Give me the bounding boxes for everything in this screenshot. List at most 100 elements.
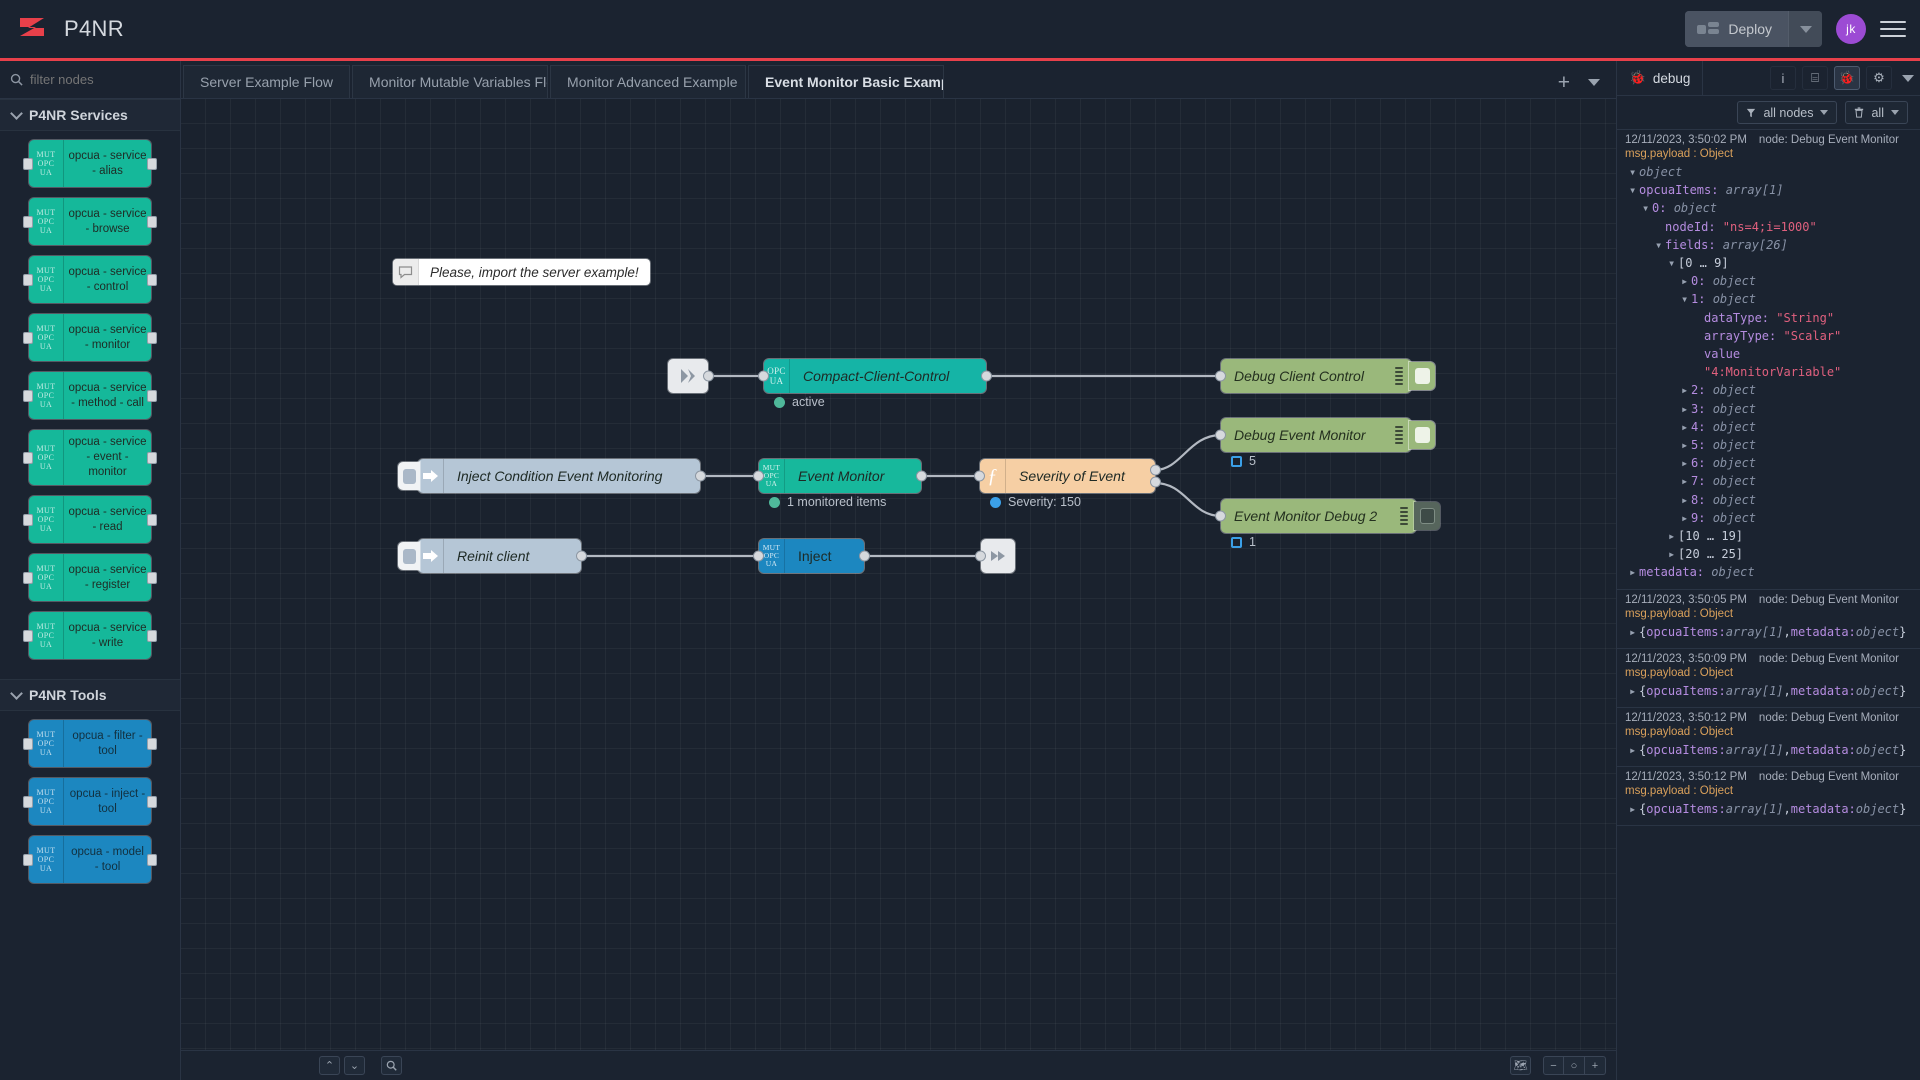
debug-tree-row[interactable]: arrayType: "Scalar" — [1625, 327, 1912, 345]
palette-node[interactable]: MUTOPCUAopcua - service - alias — [29, 140, 151, 187]
debug-message[interactable]: 12/11/2023, 3:50:12 PMnode: Debug Event … — [1617, 708, 1920, 767]
node-output-port[interactable] — [147, 514, 157, 526]
node-input-port[interactable] — [1215, 511, 1226, 522]
canvas-node-event-monitor-debug-2[interactable]: Event Monitor Debug 21 — [1221, 499, 1416, 533]
debug-tree-row[interactable]: { opcuaItems: array[1], metadata: object… — [1625, 800, 1912, 818]
tree-toggle-closed-icon[interactable] — [1681, 472, 1691, 490]
node-input-port[interactable] — [758, 371, 769, 382]
node-input-port[interactable] — [23, 332, 33, 344]
node-input-port[interactable] — [1215, 430, 1226, 441]
tree-toggle-open-icon[interactable] — [1642, 199, 1652, 217]
zoom-out-button[interactable]: − — [1543, 1056, 1564, 1075]
debug-tree-row[interactable]: 6: object — [1625, 454, 1912, 472]
tree-toggle-closed-icon[interactable] — [1668, 527, 1678, 545]
debug-toggle-button[interactable] — [1409, 421, 1435, 449]
tree-toggle-closed-icon[interactable] — [1681, 400, 1691, 418]
canvas-node-inject[interactable]: MUTOPCUAInject — [759, 539, 864, 573]
node-output-port[interactable] — [695, 471, 706, 482]
tree-toggle-open-icon[interactable] — [1655, 236, 1665, 254]
node-input-port[interactable] — [23, 216, 33, 228]
node-output-port[interactable] — [147, 158, 157, 170]
debug-message-list[interactable]: 12/11/2023, 3:50:02 PMnode: Debug Event … — [1617, 130, 1920, 1080]
palette-node[interactable]: MUTOPCUAopcua - service - control — [29, 256, 151, 303]
flow-list-chevron-down-icon[interactable] — [1588, 79, 1600, 86]
debug-tree-row[interactable]: dataType: "String" — [1625, 309, 1912, 327]
tree-toggle-open-icon[interactable] — [1629, 163, 1639, 181]
debug-tree-row[interactable]: { opcuaItems: array[1], metadata: object… — [1625, 682, 1912, 700]
flow-canvas[interactable]: OPCUACompact-Client-ControlactiveDebug C… — [181, 99, 1616, 1050]
debug-message[interactable]: 12/11/2023, 3:50:09 PMnode: Debug Event … — [1617, 649, 1920, 708]
tree-toggle-open-icon[interactable] — [1668, 254, 1678, 272]
palette-node[interactable]: MUTOPCUAopcua - service - write — [29, 612, 151, 659]
inject-trigger-button[interactable] — [398, 542, 420, 570]
scroll-down-button[interactable]: ⌄ — [344, 1056, 365, 1075]
tree-toggle-closed-icon[interactable] — [1629, 682, 1639, 700]
tree-toggle-closed-icon[interactable] — [1681, 381, 1691, 399]
info-icon[interactable]: i — [1770, 66, 1796, 90]
sidebar-more-chevron-down-icon[interactable] — [1902, 75, 1914, 82]
tree-toggle-closed-icon[interactable] — [1668, 545, 1678, 563]
palette-search-row[interactable] — [0, 61, 180, 99]
node-output-port[interactable] — [147, 274, 157, 286]
debug-clear-select[interactable]: all — [1845, 101, 1908, 124]
debug-tree-row[interactable]: [20 … 25] — [1625, 545, 1912, 563]
user-avatar[interactable]: jk — [1836, 14, 1866, 44]
debug-tree-row[interactable]: 5: object — [1625, 436, 1912, 454]
zoom-reset-button[interactable]: ○ — [1564, 1056, 1585, 1075]
debug-tree-row[interactable]: 3: object — [1625, 400, 1912, 418]
node-output-port[interactable] — [147, 796, 157, 808]
debug-tree-row[interactable]: metadata: object — [1625, 563, 1912, 581]
debug-tree-row[interactable]: 4: object — [1625, 418, 1912, 436]
navigator-map-button[interactable]: 🗺 — [1510, 1056, 1531, 1075]
canvas-search-button[interactable] — [381, 1056, 402, 1075]
node-output-port[interactable] — [147, 738, 157, 750]
palette-node[interactable]: MUTOPCUAopcua - service - event - monito… — [29, 430, 151, 485]
palette-node[interactable]: MUTOPCUAopcua - service - method - call — [29, 372, 151, 419]
tree-toggle-closed-icon[interactable] — [1629, 563, 1639, 581]
node-input-port[interactable] — [974, 471, 985, 482]
node-input-port[interactable] — [753, 471, 764, 482]
node-output-port[interactable] — [147, 332, 157, 344]
deploy-button[interactable]: Deploy — [1685, 11, 1788, 47]
palette-node[interactable]: MUTOPCUAopcua - model - tool — [29, 836, 151, 883]
sidebar-tab-debug[interactable]: 🐞 debug — [1617, 61, 1703, 95]
canvas-node-reinit-client[interactable]: Reinit client — [418, 539, 581, 573]
tree-toggle-open-icon[interactable] — [1681, 290, 1691, 308]
palette-node[interactable]: MUTOPCUAopcua - service - monitor — [29, 314, 151, 361]
canvas-node-event-monitor[interactable]: MUTOPCUAEvent Monitor1 monitored items — [759, 459, 921, 493]
node-output-port[interactable] — [147, 630, 157, 642]
scroll-up-button[interactable]: ⌃ — [319, 1056, 340, 1075]
palette-node[interactable]: MUTOPCUAopcua - service - browse — [29, 198, 151, 245]
node-input-port[interactable] — [23, 854, 33, 866]
debug-tree-row[interactable]: 2: object — [1625, 381, 1912, 399]
flow-tab-4[interactable]: Event Monitor Basic Examp — [748, 65, 944, 98]
node-input-port[interactable] — [23, 514, 33, 526]
debug-tree-row[interactable]: { opcuaItems: array[1], metadata: object… — [1625, 623, 1912, 641]
debug-tree-row[interactable]: 0: object — [1625, 272, 1912, 290]
node-output-port[interactable] — [147, 572, 157, 584]
tree-toggle-closed-icon[interactable] — [1629, 623, 1639, 641]
node-input-port[interactable] — [23, 158, 33, 170]
tree-toggle-open-icon[interactable] — [1629, 181, 1639, 199]
canvas-comment-node[interactable]: Please, import the server example! — [393, 259, 650, 285]
palette-node[interactable]: MUTOPCUAopcua - service - register — [29, 554, 151, 601]
palette-node[interactable]: MUTOPCUAopcua - service - read — [29, 496, 151, 543]
node-input-port[interactable] — [753, 551, 764, 562]
debug-tree-row[interactable]: 0: object — [1625, 199, 1912, 217]
node-input-port[interactable] — [23, 796, 33, 808]
tree-toggle-closed-icon[interactable] — [1681, 436, 1691, 454]
debug-message[interactable]: 12/11/2023, 3:50:05 PMnode: Debug Event … — [1617, 590, 1920, 649]
deploy-button-group[interactable]: Deploy — [1685, 11, 1822, 47]
debug-tree-row[interactable]: 9: object — [1625, 509, 1912, 527]
tree-toggle-closed-icon[interactable] — [1629, 800, 1639, 818]
tree-toggle-closed-icon[interactable] — [1681, 272, 1691, 290]
debug-tree-row[interactable]: [0 … 9] — [1625, 254, 1912, 272]
palette-scroll-area[interactable]: P4NR ServicesMUTOPCUAopcua - service - a… — [0, 99, 180, 1080]
node-output-port[interactable] — [147, 452, 157, 464]
deploy-dropdown-toggle[interactable] — [1788, 11, 1822, 47]
debug-message[interactable]: 12/11/2023, 3:50:12 PMnode: Debug Event … — [1617, 767, 1920, 826]
zoom-in-button[interactable]: + — [1585, 1056, 1606, 1075]
canvas-node-debug-event-monitor[interactable]: Debug Event Monitor5 — [1221, 418, 1411, 452]
debug-tree-row[interactable]: { opcuaItems: array[1], metadata: object… — [1625, 741, 1912, 759]
node-output-port[interactable] — [916, 471, 927, 482]
